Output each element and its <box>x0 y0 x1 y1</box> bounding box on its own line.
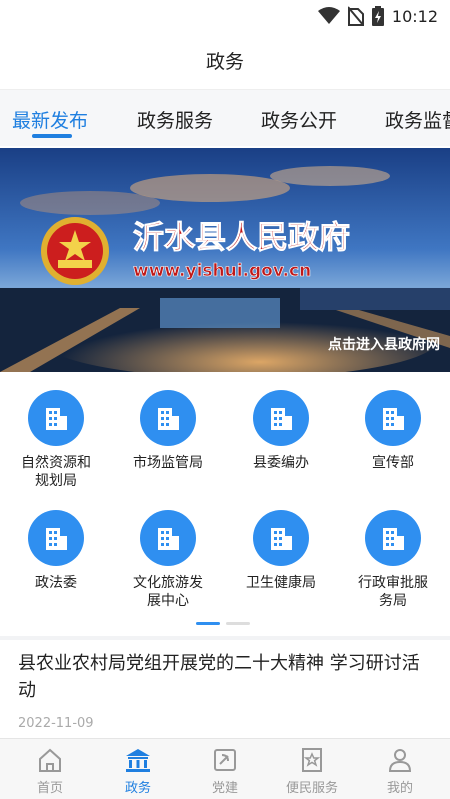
page-indicator <box>196 622 250 625</box>
service-label: 自然资源和规划局 <box>21 455 91 489</box>
building-icon <box>28 390 84 446</box>
service-market-supervision[interactable]: 市场监管局 <box>112 390 224 472</box>
status-icons: 10:12 <box>317 5 438 27</box>
nav-label: 政务 <box>124 781 151 796</box>
building-icon <box>253 390 309 446</box>
nav-label: 便民服务 <box>285 781 338 796</box>
service-label: 政法委 <box>35 575 77 591</box>
no-sim-icon <box>347 6 364 26</box>
nav-label: 党建 <box>211 781 238 796</box>
building-icon <box>365 390 421 446</box>
battery-charging-icon <box>371 6 384 26</box>
tab-active-indicator <box>32 134 72 138</box>
banner[interactable]: 沂水县人民政府 www.yishui.gov.cn 点击进入县政府网 <box>0 148 450 372</box>
service-label: 市场监管局 <box>133 455 203 471</box>
nav-services[interactable]: 便民服务 <box>267 747 357 796</box>
national-emblem-icon <box>41 217 109 285</box>
nav-mine[interactable]: 我的 <box>355 747 445 796</box>
nav-label: 我的 <box>386 781 413 796</box>
tab-latest[interactable]: 最新发布 <box>12 106 88 133</box>
service-label: 行政审批服务局 <box>358 575 428 609</box>
wifi-icon <box>317 7 340 24</box>
news-item[interactable]: 县农业农村局党组开展党的二十大精神 学习研讨活动 2022-11-09 <box>0 640 450 738</box>
service-label: 卫生健康局 <box>246 575 316 591</box>
service-political-legal[interactable]: 政法委 <box>0 510 112 592</box>
banner-image: 沂水县人民政府 www.yishui.gov.cn 点击进入县政府网 <box>0 148 450 372</box>
service-natural-resources[interactable]: 自然资源和规划局 <box>0 390 112 490</box>
home-icon <box>39 748 61 772</box>
nav-label: 首页 <box>36 781 63 796</box>
service-health[interactable]: 卫生健康局 <box>225 510 337 592</box>
service-publicity-dept[interactable]: 宣传部 <box>337 390 449 472</box>
building-icon <box>140 390 196 446</box>
news-date: 2022-11-09 <box>18 716 94 731</box>
title-bar: 政务 <box>0 32 450 90</box>
service-grid: 自然资源和规划局 市场监管局 县委编办 宣传部 政法委 文化旅游发展中心 卫生健… <box>0 372 450 636</box>
status-time: 10:12 <box>391 6 438 26</box>
banner-url: www.yishui.gov.cn <box>133 261 311 281</box>
nav-home[interactable]: 首页 <box>5 747 95 796</box>
building-icon <box>365 510 421 566</box>
tab-gov-services[interactable]: 政务服务 <box>137 106 213 133</box>
tab-gov-supervision[interactable]: 政务监督 <box>385 106 450 133</box>
service-label: 文化旅游发展中心 <box>133 575 203 609</box>
page-dot-2 <box>226 622 250 625</box>
building-icon <box>253 510 309 566</box>
government-icon <box>126 749 150 772</box>
page-dot-1 <box>196 622 220 625</box>
service-star-icon <box>302 748 322 772</box>
tab-gov-disclosure[interactable]: 政务公开 <box>261 106 337 133</box>
tab-bar: 最新发布 政务服务 政务公开 政务监督 <box>0 90 450 146</box>
banner-link-text[interactable]: 点击进入县政府网 <box>328 336 440 353</box>
banner-title: 沂水县人民政府 <box>133 220 350 256</box>
nav-party[interactable]: 党建 <box>180 747 270 796</box>
service-admin-approval[interactable]: 行政审批服务局 <box>337 510 449 610</box>
nav-government[interactable]: 政务 <box>93 747 183 796</box>
building-icon <box>28 510 84 566</box>
building-icon <box>140 510 196 566</box>
service-label: 县委编办 <box>253 455 309 471</box>
service-label: 宣传部 <box>372 455 414 471</box>
news-title: 县农业农村局党组开展党的二十大精神 学习研讨活动 <box>18 653 420 701</box>
party-icon <box>214 749 236 771</box>
bottom-nav: 首页 政务 党建 便民服务 我的 <box>0 738 450 799</box>
user-icon <box>388 749 412 772</box>
status-bar: 10:12 <box>0 0 450 32</box>
service-culture-tourism[interactable]: 文化旅游发展中心 <box>112 510 224 610</box>
page-title: 政务 <box>205 51 244 73</box>
service-county-committee-office[interactable]: 县委编办 <box>225 390 337 472</box>
